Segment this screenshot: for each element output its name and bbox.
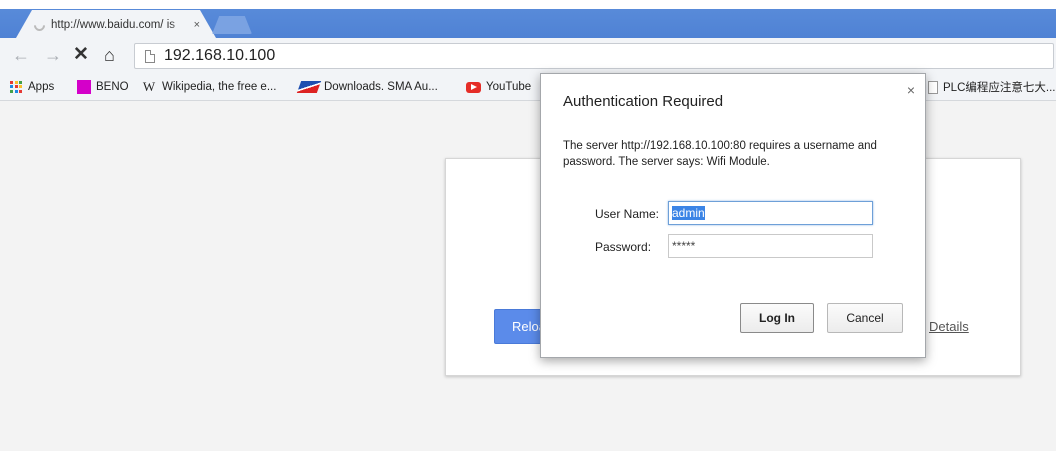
- page-icon: [928, 80, 938, 94]
- tab-strip: http://www.baidu.com/ is ×: [0, 0, 1056, 38]
- new-tab-button[interactable]: [212, 16, 252, 34]
- bookmark-plc[interactable]: PLC编程应注意七大...: [928, 79, 1055, 95]
- tab-title: http://www.baidu.com/ is: [51, 19, 175, 31]
- wikipedia-icon: W: [142, 79, 156, 94]
- address-bar[interactable]: 192.168.10.100: [134, 43, 1054, 69]
- bookmark-apps[interactable]: Apps: [10, 79, 54, 95]
- bookmark-label: Wikipedia, the free e...: [162, 81, 277, 93]
- close-icon[interactable]: ×: [907, 82, 915, 98]
- toolbar: ← → ✕ ⌂ 192.168.10.100: [0, 38, 1056, 73]
- username-label: User Name:: [595, 207, 660, 221]
- password-label: Password:: [595, 240, 652, 254]
- tab-baidu[interactable]: http://www.baidu.com/ is ×: [16, 10, 216, 38]
- loading-spinner-icon: [34, 17, 48, 33]
- bookmark-label: BENO: [96, 81, 129, 93]
- details-link[interactable]: Details: [929, 319, 969, 334]
- password-input[interactable]: [668, 234, 873, 258]
- bookmark-label: Apps: [28, 81, 55, 93]
- dialog-title: Authentication Required: [563, 93, 724, 110]
- bookmark-youtube[interactable]: YouTube: [466, 79, 531, 95]
- beno-icon: [77, 80, 91, 94]
- forward-arrow-icon[interactable]: →: [44, 44, 62, 66]
- back-arrow-icon[interactable]: ←: [12, 44, 30, 66]
- authentication-dialog: × Authentication Required The server htt…: [540, 73, 926, 358]
- username-input[interactable]: [668, 201, 873, 225]
- cancel-button[interactable]: Cancel: [827, 303, 903, 333]
- bookmark-label: Downloads. SMA Au...: [324, 81, 438, 93]
- url-text[interactable]: 192.168.10.100: [164, 47, 275, 65]
- bookmark-label: PLC编程应注意七大...: [943, 82, 1056, 94]
- home-icon[interactable]: ⌂: [104, 44, 115, 66]
- apps-grid-icon: [10, 80, 23, 94]
- dialog-message: The server http://192.168.10.100:80 requ…: [563, 140, 877, 168]
- bookmark-beno[interactable]: BENO: [77, 79, 129, 95]
- bookmark-sma-downloads[interactable]: Downloads. SMA Au...: [296, 79, 438, 95]
- tab-close-icon[interactable]: ×: [194, 19, 200, 31]
- page-icon: [145, 49, 155, 63]
- log-in-button[interactable]: Log In: [740, 303, 814, 333]
- bookmark-wikipedia[interactable]: W Wikipedia, the free e...: [141, 79, 277, 95]
- bookmark-label: YouTube: [486, 81, 532, 93]
- stop-icon[interactable]: ✕: [73, 44, 89, 66]
- youtube-icon: [466, 81, 481, 93]
- sma-icon: [296, 81, 322, 93]
